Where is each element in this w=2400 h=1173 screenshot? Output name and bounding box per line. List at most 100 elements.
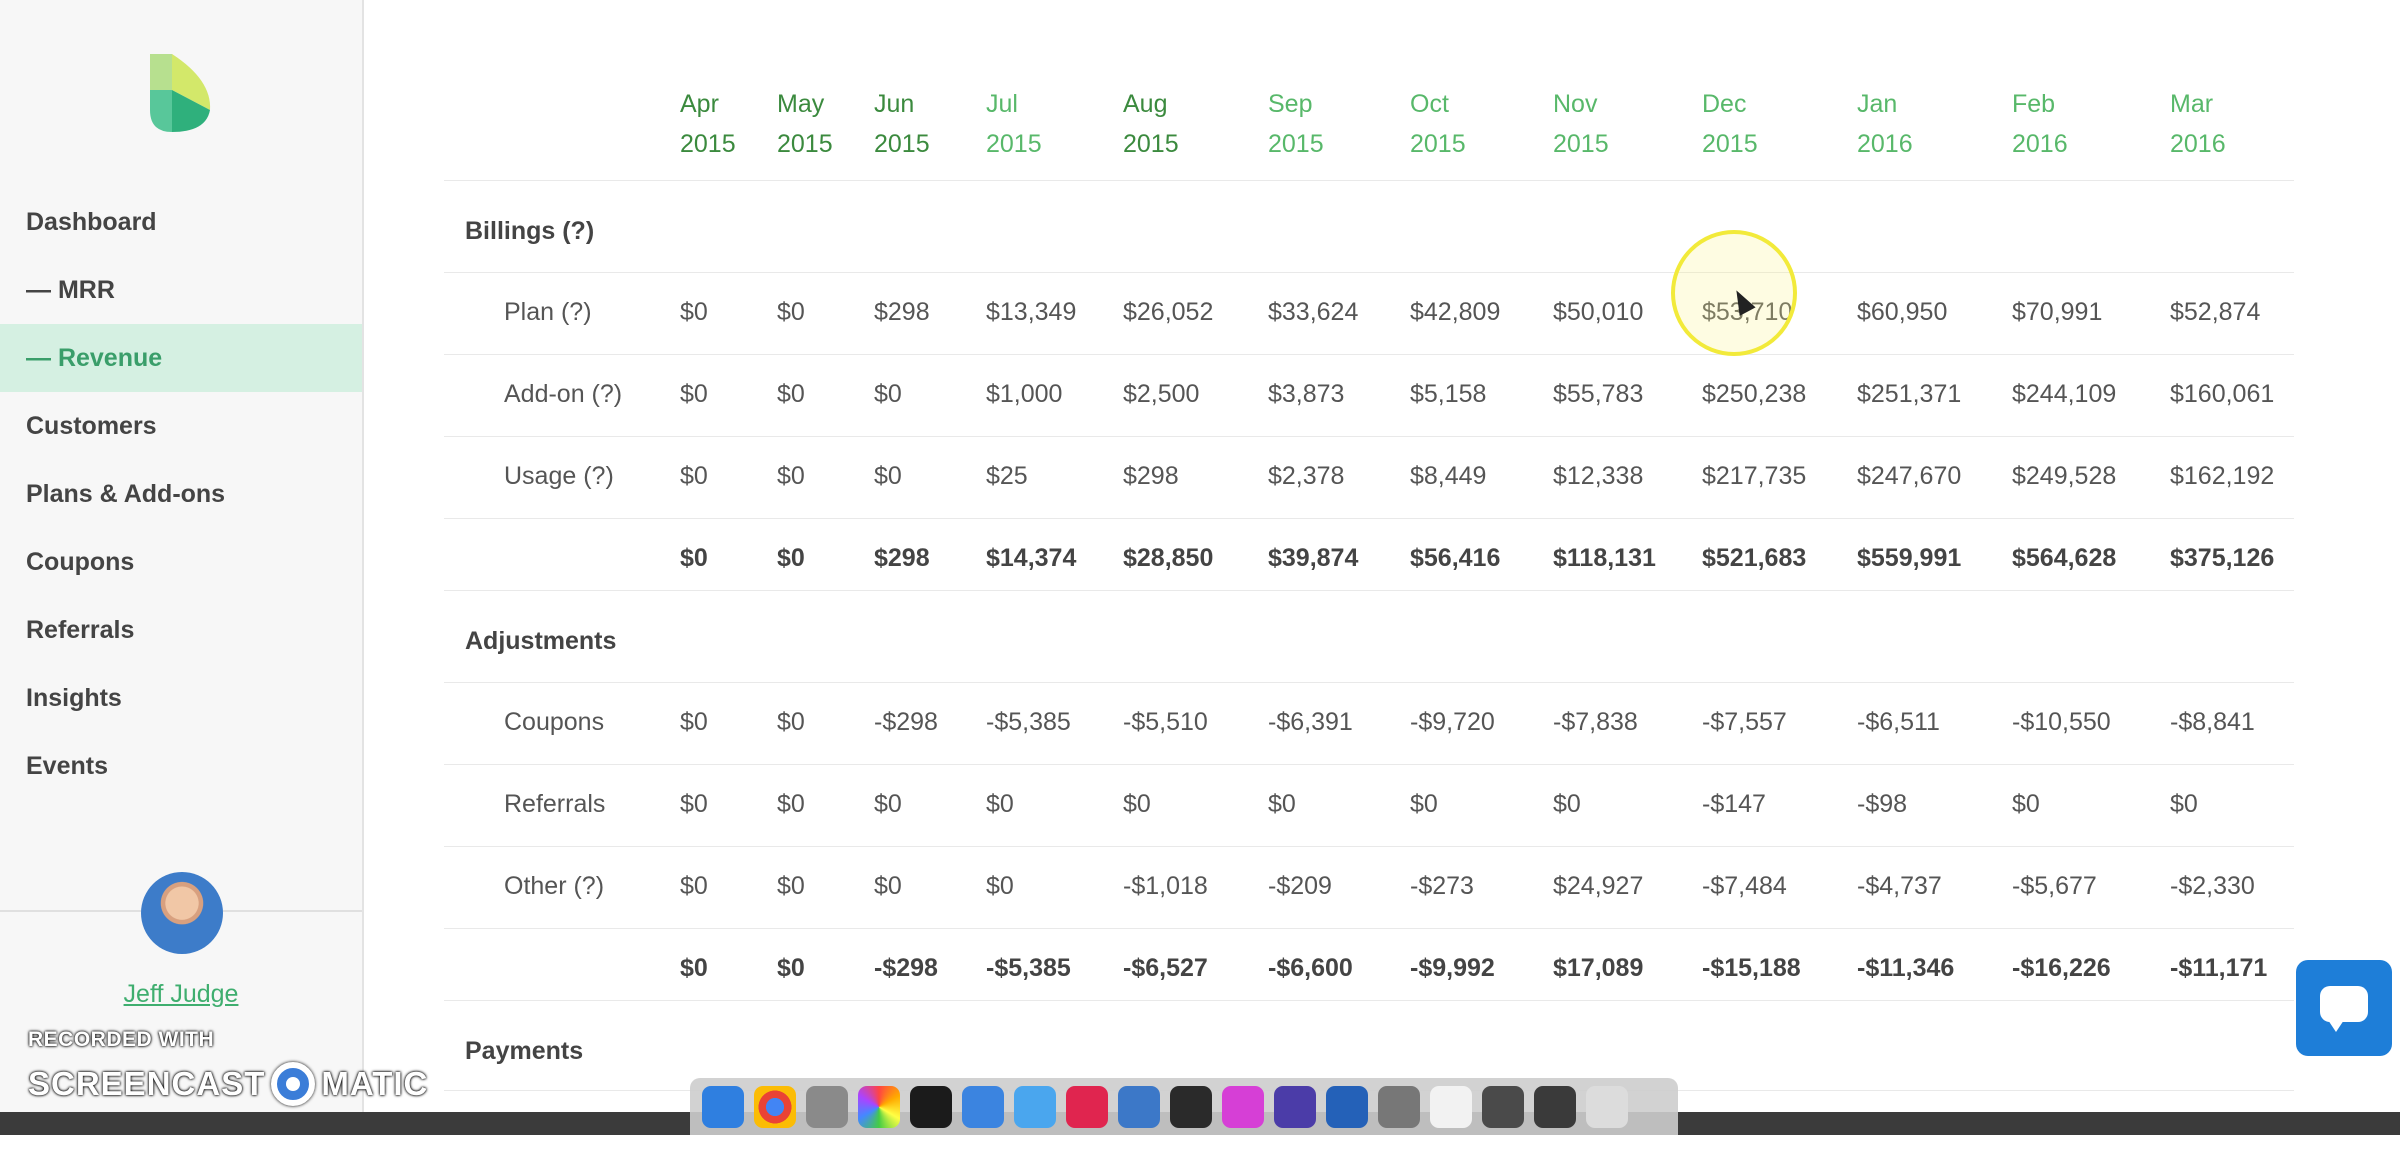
table-cell: -$5,677 xyxy=(2012,872,2097,900)
table-cell: $0 xyxy=(680,872,708,900)
table-cell: $55,783 xyxy=(1553,380,1644,408)
trash-icon[interactable] xyxy=(1586,1085,1628,1128)
user-name-link[interactable]: Jeff Judge xyxy=(0,980,362,1009)
table-cell: $0 xyxy=(680,462,708,490)
nav-item-dashboard[interactable]: Dashboard xyxy=(0,188,362,256)
table-cell: $56,416 xyxy=(1410,544,1501,572)
month-name: Jul xyxy=(986,90,1018,118)
table-cell: $0 xyxy=(874,790,902,818)
month-name: Dec xyxy=(1702,90,1747,118)
table-cell: $0 xyxy=(874,462,902,490)
nav-item-mrr[interactable]: — MRR xyxy=(0,256,362,324)
month-year: 2015 xyxy=(1702,130,1758,158)
table-cell: $375,126 xyxy=(2170,544,2275,572)
paw-icon[interactable] xyxy=(962,1085,1004,1128)
messages-icon[interactable] xyxy=(1014,1085,1056,1128)
table-cell: -$5,385 xyxy=(986,954,1071,982)
month-name: Apr xyxy=(680,90,719,118)
system-preferences-icon[interactable] xyxy=(806,1085,848,1128)
table-cell: $2,500 xyxy=(1123,380,1200,408)
chrome-icon[interactable] xyxy=(754,1085,796,1128)
app-logo[interactable] xyxy=(146,50,214,136)
watermark-recorded-with: RECORDED WITH xyxy=(28,1028,215,1051)
row-label: Add-on (?) xyxy=(504,380,623,408)
table-cell: $0 xyxy=(680,790,708,818)
table-cell: -$15,188 xyxy=(1702,954,1801,982)
month-year: 2015 xyxy=(777,130,833,158)
month-header: Sep 2015 xyxy=(1268,84,1324,164)
chat-button[interactable] xyxy=(2296,960,2392,1056)
table-cell: $39,874 xyxy=(1268,544,1359,572)
imovie-icon[interactable] xyxy=(1274,1085,1316,1128)
table-cell: $0 xyxy=(680,298,708,326)
month-year: 2015 xyxy=(1123,130,1179,158)
table-cell: -$11,171 xyxy=(2170,954,2268,982)
table-cell: -$298 xyxy=(874,708,938,736)
month-header: Mar 2016 xyxy=(2170,84,2226,164)
month-name: Nov xyxy=(1553,90,1598,118)
table-cell: $0 xyxy=(986,872,1014,900)
nav-item-referrals[interactable]: Referrals xyxy=(0,596,362,664)
month-year: 2016 xyxy=(1857,130,1913,158)
nav-item-revenue[interactable]: — Revenue xyxy=(0,324,362,392)
table-cell: $0 xyxy=(874,380,902,408)
table-cell: -$147 xyxy=(1702,790,1766,818)
nav-item-events[interactable]: Events xyxy=(0,732,362,800)
row-label: Referrals xyxy=(504,790,606,818)
month-name: May xyxy=(777,90,825,118)
nav-item-plans-addons[interactable]: Plans & Add-ons xyxy=(0,460,362,528)
table-cell: $0 xyxy=(777,872,805,900)
section-row xyxy=(444,180,2294,263)
month-header: Jul 2015 xyxy=(986,84,1042,164)
table-cell: $12,338 xyxy=(1553,462,1644,490)
watermark-left-text: SCREENCAST xyxy=(28,1065,266,1102)
month-header: Aug 2015 xyxy=(1123,84,1179,164)
terminal-icon[interactable] xyxy=(910,1085,952,1128)
table-cell: $298 xyxy=(874,544,930,572)
table-cell: $298 xyxy=(1123,462,1179,490)
month-name: Mar xyxy=(2170,90,2214,118)
table-cell: $0 xyxy=(874,872,902,900)
month-header: Apr 2015 xyxy=(680,84,736,164)
table-cell: -$2,330 xyxy=(2170,872,2255,900)
sidebar-nav: Dashboard — MRR — Revenue Customers Plan… xyxy=(0,188,362,800)
table-cell: $0 xyxy=(680,708,708,736)
activity-monitor-icon[interactable] xyxy=(1170,1085,1212,1128)
month-year: 2015 xyxy=(1410,130,1466,158)
table-cell: -$10,550 xyxy=(2012,708,2111,736)
month-header: Feb 2016 xyxy=(2012,84,2068,164)
book-icon[interactable] xyxy=(1118,1085,1160,1128)
month-header: Jan 2016 xyxy=(1857,84,1913,164)
table-cell: $26,052 xyxy=(1123,298,1214,326)
row-label: Usage (?) xyxy=(504,462,614,490)
table-cell: $17,089 xyxy=(1553,954,1644,982)
table-cell: $0 xyxy=(777,298,805,326)
table-cell: -$5,510 xyxy=(1123,708,1208,736)
nav-item-customers[interactable]: Customers xyxy=(0,392,362,460)
table-cell: $0 xyxy=(777,954,805,982)
table-cell: -$209 xyxy=(1268,872,1332,900)
table-cell: $249,528 xyxy=(2012,462,2117,490)
flower-app-icon[interactable] xyxy=(1222,1085,1264,1128)
table-cell: $160,061 xyxy=(2170,380,2275,408)
month-name: Jun xyxy=(874,90,915,118)
table-cell: $24,927 xyxy=(1553,872,1644,900)
table-cell: -$11,346 xyxy=(1857,954,1955,982)
onepassword-icon[interactable] xyxy=(1326,1085,1368,1128)
finder-icon[interactable] xyxy=(702,1085,744,1128)
slack-icon[interactable] xyxy=(1066,1085,1108,1128)
window-icon-2[interactable] xyxy=(1534,1085,1576,1128)
nav-item-coupons[interactable]: Coupons xyxy=(0,528,362,596)
nav-item-insights[interactable]: Insights xyxy=(0,664,362,732)
document-icon[interactable] xyxy=(1430,1085,1472,1128)
month-year: 2016 xyxy=(2170,130,2226,158)
month-header: Oct 2015 xyxy=(1410,84,1466,164)
month-name: Oct xyxy=(1410,90,1449,118)
photos-icon[interactable] xyxy=(858,1085,900,1128)
table-cell: -$6,600 xyxy=(1268,954,1353,982)
window-icon[interactable] xyxy=(1482,1085,1524,1128)
screenshot-icon[interactable] xyxy=(1378,1085,1420,1128)
user-avatar[interactable] xyxy=(141,872,223,954)
month-name: Jan xyxy=(1857,90,1898,118)
table-cell: $244,109 xyxy=(2012,380,2117,408)
